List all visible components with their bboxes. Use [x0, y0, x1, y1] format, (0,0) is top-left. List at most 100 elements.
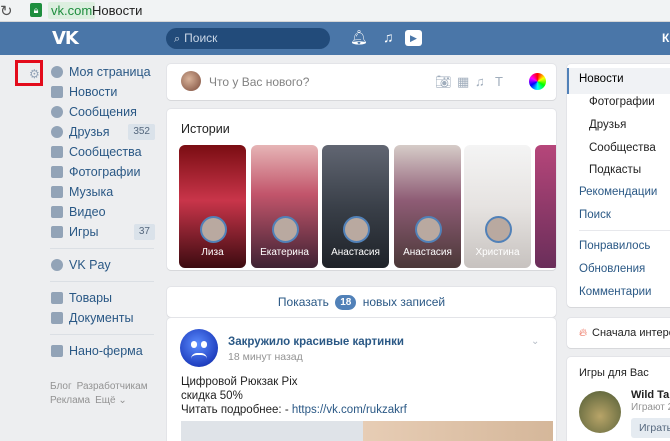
story-card[interactable]: Екатерина — [251, 145, 318, 268]
gear-icon[interactable]: ⚙ — [29, 67, 40, 81]
left-sidebar: Моя страница Новости Сообщения Друзья 352… — [48, 62, 158, 361]
sidebar-item-nano-farm[interactable]: Нано-ферма — [48, 341, 158, 361]
article-icon[interactable]: T — [495, 74, 503, 89]
sidebar-item-label: Сообщения — [69, 105, 137, 119]
sidebar-item-label: Игры — [69, 225, 99, 239]
user-menu[interactable]: К — [662, 31, 669, 45]
footer-link-blog[interactable]: Блог — [50, 381, 72, 392]
story-card[interactable]: Анастасия — [394, 145, 461, 268]
avatar[interactable] — [180, 329, 218, 367]
menu-item-photos[interactable]: Фотографии — [589, 96, 655, 108]
sidebar-item-documents[interactable]: Документы — [48, 308, 158, 328]
post-link[interactable]: https://vk.com/rukzakrf — [292, 404, 407, 416]
color-wheel-icon[interactable] — [529, 73, 546, 90]
sidebar-item-music[interactable]: Музыка — [48, 182, 158, 202]
video-icon[interactable]: ▦ — [457, 74, 469, 90]
app-icon — [51, 345, 63, 357]
sidebar-item-label: Фотографии — [69, 165, 141, 179]
story-name: Лиза — [201, 247, 224, 258]
menu-item-updates[interactable]: Обновления — [579, 263, 645, 275]
friends-icon — [51, 126, 63, 138]
play-icon[interactable]: ▶ — [405, 30, 422, 46]
sidebar-item-goods[interactable]: Товары — [48, 288, 158, 308]
sidebar-divider — [50, 281, 154, 282]
stories-title: Истории — [181, 122, 230, 136]
chevron-down-icon[interactable]: ⌄ — [531, 336, 539, 347]
post-image[interactable] — [363, 421, 553, 441]
story-card[interactable]: Христина — [464, 145, 531, 268]
menu-item-liked[interactable]: Понравилось — [579, 240, 650, 252]
shop-icon — [51, 292, 63, 304]
show-new-posts-button[interactable]: Показать 18 новых записей — [167, 287, 556, 317]
menu-item-podcasts[interactable]: Подкасты — [589, 164, 641, 176]
vk-logo[interactable]: VK — [52, 28, 79, 49]
groups-icon — [51, 146, 63, 158]
sidebar-item-friends[interactable]: Друзья 352 — [48, 122, 158, 142]
sidebar-item-vkpay[interactable]: VK Pay — [48, 255, 158, 275]
story-card[interactable] — [535, 145, 556, 268]
show-more-suffix: новых записей — [362, 295, 446, 309]
url-host[interactable]: vk.com — [48, 2, 96, 19]
post-image[interactable] — [181, 421, 365, 441]
sort-label: Сначала интересне — [592, 327, 670, 339]
fire-icon: 🔥︎ — [579, 327, 588, 339]
footer-link-ads[interactable]: Реклама — [50, 395, 90, 406]
avatar[interactable] — [181, 71, 201, 91]
post-author[interactable]: Закружило красивые картинки — [228, 336, 404, 348]
sidebar-item-label: Новости — [69, 85, 118, 99]
bell-icon[interactable]: 🔔︎ — [350, 29, 368, 46]
top-header: VK ⌕ Поиск 🔔︎ ♫ ▶ К — [0, 22, 670, 55]
vkpay-icon — [51, 259, 63, 271]
menu-item-friends[interactable]: Друзья — [589, 119, 626, 131]
right-news-menu: Новости Фотографии Друзья Сообщества Под… — [567, 64, 670, 307]
menu-item-search[interactable]: Поиск — [579, 209, 611, 221]
music-icon[interactable]: ♫ — [475, 74, 485, 89]
post-text-line: Читать подробнее: - https://vk.com/rukza… — [181, 404, 407, 416]
story-card[interactable]: Анастасия — [322, 145, 389, 268]
search-icon: ⌕ — [174, 33, 181, 45]
menu-item-news[interactable]: Новости — [579, 73, 624, 85]
footer-link-developers[interactable]: Разработчикам — [77, 381, 148, 392]
sidebar-footer: Блог Разработчикам Реклама Ещё ⌄ — [50, 380, 160, 408]
game-name[interactable]: Wild Tank — [631, 389, 670, 401]
sidebar-item-label: Нано-ферма — [69, 344, 143, 358]
menu-item-recommendations[interactable]: Рекомендации — [579, 186, 657, 198]
footer-link-more[interactable]: Ещё ⌄ — [95, 395, 127, 406]
composer-input[interactable]: Что у Вас нового? — [209, 75, 309, 89]
post-time[interactable]: 18 минут назад — [228, 351, 303, 363]
games-count-badge: 37 — [133, 224, 155, 240]
sidebar-item-label: Видео — [69, 205, 106, 219]
story-card[interactable]: Лиза — [179, 145, 246, 268]
play-game-button[interactable]: Играть — [631, 418, 670, 438]
search-input[interactable]: ⌕ Поиск — [166, 28, 330, 49]
avatar — [272, 216, 299, 243]
sidebar-item-groups[interactable]: Сообщества — [48, 142, 158, 162]
sidebar-item-news[interactable]: Новости — [48, 82, 158, 102]
menu-divider — [579, 230, 670, 231]
sidebar-item-photos[interactable]: Фотографии — [48, 162, 158, 182]
sidebar-item-games[interactable]: Игры 37 — [48, 222, 158, 242]
video-icon — [51, 206, 63, 218]
menu-item-groups[interactable]: Сообщества — [589, 142, 656, 154]
game-icon[interactable] — [579, 391, 621, 433]
new-posts-count-badge: 18 — [335, 295, 357, 310]
news-icon — [51, 86, 63, 98]
menu-item-comments[interactable]: Комментарии — [579, 286, 651, 298]
sidebar-item-my-page[interactable]: Моя страница — [48, 62, 158, 82]
avatar — [200, 216, 227, 243]
sidebar-divider — [50, 334, 154, 335]
search-placeholder: Поиск — [184, 31, 218, 45]
camera-icon[interactable]: 📷︎ — [435, 74, 452, 90]
document-icon — [51, 312, 63, 324]
sidebar-item-label: Документы — [69, 311, 134, 325]
sidebar-item-video[interactable]: Видео — [48, 202, 158, 222]
music-note-icon[interactable]: ♫ — [383, 29, 394, 45]
camera-icon — [51, 166, 63, 178]
sidebar-item-messages[interactable]: Сообщения — [48, 102, 158, 122]
reload-icon[interactable]: ↻ — [0, 2, 13, 20]
sidebar-divider — [50, 248, 154, 249]
sort-interesting-toggle[interactable]: 🔥︎ Сначала интересне — [567, 318, 670, 348]
show-more-prefix: Показать — [277, 295, 329, 309]
game-players: Играют 2 — [631, 402, 670, 413]
lock-icon[interactable]: 🔒︎ — [30, 3, 42, 17]
